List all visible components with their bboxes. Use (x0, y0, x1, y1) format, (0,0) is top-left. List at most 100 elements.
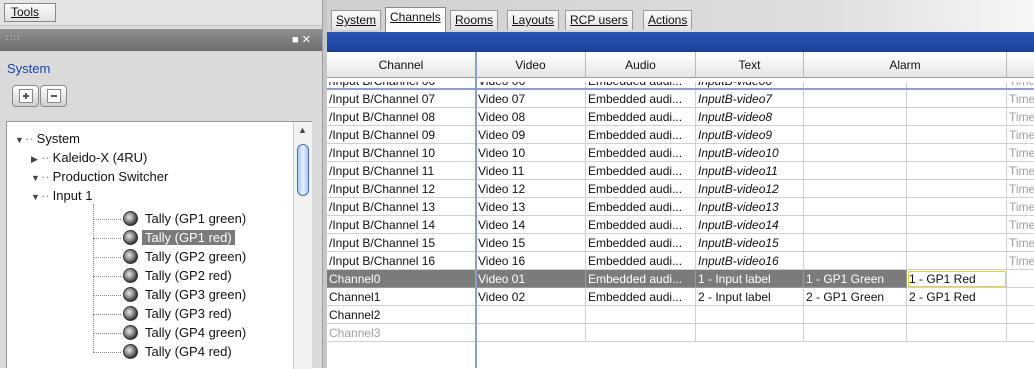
table-cell[interactable] (586, 324, 696, 342)
tab-rcp-users[interactable]: RCP users (565, 10, 633, 30)
tree-item[interactable]: Tally (GP3 red) (123, 305, 235, 323)
tree-item[interactable]: ▼·· Input 1 (31, 187, 95, 205)
tree-item[interactable]: ▶ ·· Kaleido-X (4RU) (31, 149, 150, 167)
column-header[interactable]: Video (476, 52, 586, 78)
table-cell[interactable]: Video 16 (476, 252, 586, 270)
table-cell[interactable]: InputB-video16 (696, 252, 804, 270)
table-cell[interactable]: InputB-video8 (696, 108, 804, 126)
tree-item[interactable]: Tally (GP3 green) (123, 286, 249, 304)
table-cell[interactable] (907, 126, 1007, 144)
table-cell[interactable] (804, 180, 907, 198)
table-cell[interactable] (907, 90, 1007, 108)
table-cell[interactable] (907, 198, 1007, 216)
table-cell[interactable] (1007, 270, 1034, 288)
table-cell[interactable]: 1 - GP1 Red (907, 270, 1007, 288)
expand-all-button[interactable] (12, 85, 39, 107)
tools-menu-button[interactable]: Tools (4, 3, 56, 22)
scrollbar-thumb[interactable] (297, 144, 309, 196)
tab-system[interactable]: System (331, 10, 382, 30)
table-cell[interactable] (907, 234, 1007, 252)
tab-actions[interactable]: Actions (643, 10, 693, 30)
table-cell[interactable]: InputB-video9 (696, 126, 804, 144)
table-cell[interactable]: Embedded audi... (586, 252, 696, 270)
table-cell[interactable]: Channel2 (327, 306, 476, 324)
table-cell[interactable]: InputB-video13 (696, 198, 804, 216)
table-cell[interactable] (1007, 306, 1034, 324)
table-cell[interactable]: InputB-video12 (696, 180, 804, 198)
column-header[interactable]: Audio (586, 52, 696, 78)
table-cell[interactable] (907, 162, 1007, 180)
system-tree[interactable]: ▼·· System ▶ ·· Kaleido-X (4RU) ▼·· Production… (6, 121, 312, 369)
tree-scrollbar[interactable]: ▲ (293, 122, 312, 369)
table-cell[interactable] (804, 108, 907, 126)
table-cell[interactable]: Video 09 (476, 126, 586, 144)
table-cell[interactable]: Time (1007, 252, 1034, 270)
table-cell[interactable] (804, 144, 907, 162)
table-cell[interactable] (907, 216, 1007, 234)
table-cell[interactable]: Embedded audi... (586, 144, 696, 162)
table-cell[interactable]: /Input B/Channel 13 (327, 198, 476, 216)
table-cell[interactable]: Video 02 (476, 288, 586, 306)
expanded-triangle-icon[interactable]: ▼ (31, 188, 41, 206)
table-cell[interactable]: Embedded audi... (586, 180, 696, 198)
table-cell[interactable] (476, 324, 586, 342)
table-cell[interactable] (804, 198, 907, 216)
table-cell[interactable]: 1 - Input label (696, 270, 804, 288)
table-cell[interactable]: Channel0 (327, 270, 476, 288)
table-cell[interactable] (696, 324, 804, 342)
table-cell[interactable]: Embedded audi... (586, 162, 696, 180)
column-header[interactable]: Channel (327, 52, 476, 78)
table-cell[interactable] (907, 180, 1007, 198)
table-cell[interactable] (804, 324, 907, 342)
table-cell[interactable] (804, 234, 907, 252)
tree-item[interactable]: Tally (GP1 green) (123, 210, 249, 228)
tree-item[interactable]: Tally (GP1 red) (123, 229, 235, 247)
drag-grip-icon[interactable]: ∷∷ (6, 33, 21, 44)
column-header[interactable] (1007, 52, 1034, 78)
table-cell[interactable]: InputB-video14 (696, 216, 804, 234)
table-cell[interactable] (804, 306, 907, 324)
table-cell[interactable] (696, 306, 804, 324)
table-cell[interactable]: Channel3 (327, 324, 476, 342)
tree-item[interactable]: Tally (GP4 green) (123, 324, 249, 342)
tree-item[interactable]: Tally (GP2 red) (123, 267, 235, 285)
table-cell[interactable] (476, 306, 586, 324)
table-cell[interactable] (804, 216, 907, 234)
scroll-up-arrow-icon[interactable]: ▲ (298, 125, 307, 135)
tab-channels[interactable]: Channels (385, 7, 446, 32)
table-cell[interactable]: 2 - GP1 Red (907, 288, 1007, 306)
table-cell[interactable]: Time (1007, 144, 1034, 162)
table-cell[interactable] (1007, 324, 1034, 342)
table-cell[interactable]: /Input B/Channel 10 (327, 144, 476, 162)
table-cell[interactable] (907, 108, 1007, 126)
table-cell[interactable]: Video 11 (476, 162, 586, 180)
table-cell[interactable]: Embedded audi... (586, 108, 696, 126)
column-header[interactable]: Text (696, 52, 804, 78)
table-cell[interactable]: Embedded audi... (586, 234, 696, 252)
tree-item[interactable]: ▼·· System (15, 130, 83, 148)
table-cell[interactable]: /Input B/Channel 09 (327, 126, 476, 144)
tab-rooms[interactable]: Rooms (450, 10, 499, 30)
table-cell[interactable] (804, 162, 907, 180)
table-cell[interactable]: Video 08 (476, 108, 586, 126)
table-cell[interactable]: /Input B/Channel 11 (327, 162, 476, 180)
column-header[interactable]: Alarm (804, 52, 1007, 78)
table-cell[interactable]: Channel1 (327, 288, 476, 306)
table-cell[interactable]: Video 10 (476, 144, 586, 162)
tree-item[interactable]: ▼·· Production Switcher (31, 168, 171, 186)
table-cell[interactable] (804, 90, 907, 108)
tree-item[interactable]: Tally (GP4 red) (123, 343, 235, 361)
table-cell[interactable] (1007, 288, 1034, 306)
table-cell[interactable]: /Input B/Channel 07 (327, 90, 476, 108)
table-cell[interactable]: /Input B/Channel 16 (327, 252, 476, 270)
table-cell[interactable]: Embedded audi... (586, 216, 696, 234)
table-cell[interactable]: 1 - GP1 Green (804, 270, 907, 288)
table-cell[interactable]: Embedded audi... (586, 126, 696, 144)
table-cell[interactable]: Embedded audi... (586, 270, 696, 288)
table-cell[interactable]: InputB-video7 (696, 90, 804, 108)
table-cell[interactable]: /Input B/Channel 12 (327, 180, 476, 198)
table-cell[interactable]: InputB-video10 (696, 144, 804, 162)
table-cell[interactable]: Video 13 (476, 198, 586, 216)
table-cell[interactable] (907, 252, 1007, 270)
tab-layouts[interactable]: Layouts (507, 10, 560, 30)
